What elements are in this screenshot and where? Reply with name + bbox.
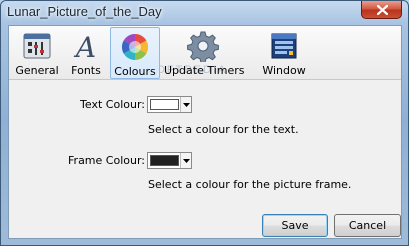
frame-colour-picker[interactable] <box>147 152 192 169</box>
chevron-down-icon <box>183 103 190 107</box>
close-icon <box>377 5 388 15</box>
chevron-down-icon <box>183 159 190 163</box>
text-colour-hint: Select a colour for the text. <box>148 123 299 136</box>
frame-colour-swatch <box>150 155 179 166</box>
general-settings-icon <box>23 33 51 59</box>
tab-label: Update Timers <box>164 64 245 77</box>
color-wheel-icon <box>121 33 149 61</box>
title-bar[interactable]: Lunar_Picture_of_the_Day <box>1 1 408 25</box>
tab-label: Colours <box>114 65 156 78</box>
fonts-icon: A <box>73 31 96 62</box>
tab-label: General <box>15 64 59 77</box>
cancel-button[interactable]: Cancel <box>334 214 401 237</box>
save-button[interactable]: Save <box>262 214 328 237</box>
tab-colours[interactable]: Colours <box>110 27 160 79</box>
text-colour-picker[interactable] <box>147 96 192 113</box>
tab-label: Window <box>262 64 306 77</box>
tab-general[interactable]: General <box>12 27 62 79</box>
text-colour-label: Text Colour: <box>80 98 145 111</box>
gear-icon <box>187 31 219 62</box>
preferences-panel: SOFTPEDIA General A Fonts Colours Update… <box>8 25 402 239</box>
text-colour-swatch <box>150 99 179 110</box>
preferences-toolbar: SOFTPEDIA General A Fonts Colours Update… <box>9 26 401 80</box>
window-icon <box>271 33 297 59</box>
app-window: Lunar_Picture_of_the_Day SOFTPEDIA Gener… <box>0 0 409 246</box>
dropdown-arrow <box>180 153 191 168</box>
frame-colour-label: Frame Colour: <box>68 154 145 167</box>
tab-label: Fonts <box>71 64 101 77</box>
window-title: Lunar_Picture_of_the_Day <box>7 4 162 19</box>
tab-window[interactable]: Window <box>256 27 312 79</box>
close-button[interactable] <box>361 1 402 19</box>
dropdown-arrow <box>180 97 191 112</box>
frame-colour-hint: Select a colour for the picture frame. <box>148 178 352 191</box>
svg-text:A: A <box>73 31 96 62</box>
tab-fonts[interactable]: A Fonts <box>66 27 106 79</box>
tab-update-timers[interactable]: Update Timers <box>164 27 245 79</box>
